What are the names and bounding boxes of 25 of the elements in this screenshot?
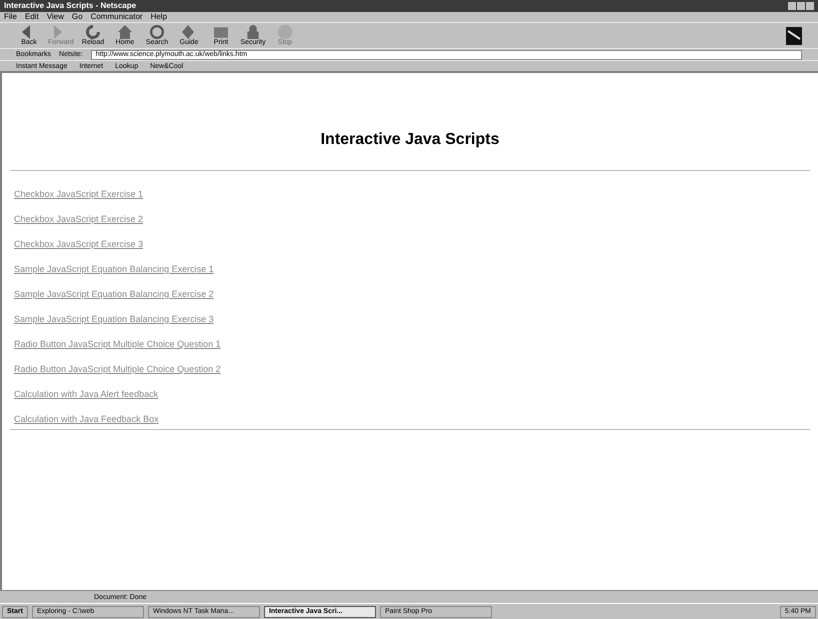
page-link[interactable]: Radio Button JavaScript Multiple Choice Question 2 xyxy=(14,362,221,376)
menu-item[interactable]: Edit xyxy=(24,13,39,21)
page-link[interactable]: Sample JavaScript Equation Balancing Exercise 3 xyxy=(14,312,214,326)
page-link[interactable]: Checkbox JavaScript Exercise 3 xyxy=(14,237,144,251)
minimize-button[interactable] xyxy=(788,2,796,10)
padlock-icon xyxy=(246,25,260,39)
page-link[interactable]: Calculation with Java Alert feedback xyxy=(14,387,158,401)
reload-icon xyxy=(86,25,100,39)
page-link[interactable]: Sample JavaScript Equation Balancing Exercise 1 xyxy=(14,262,214,276)
page-link[interactable]: Checkbox JavaScript Exercise 1 xyxy=(14,187,144,201)
close-button[interactable] xyxy=(806,2,814,10)
menu-item[interactable]: Communicator xyxy=(90,13,143,21)
search-icon xyxy=(150,25,164,39)
home-icon xyxy=(118,25,132,39)
menu-item[interactable]: File xyxy=(4,13,17,21)
page-link[interactable]: Checkbox JavaScript Exercise 2 xyxy=(14,212,144,226)
window-title: Interactive Java Scripts - Netscape xyxy=(4,2,136,10)
page-link[interactable]: Sample JavaScript Equation Balancing Exercise 2 xyxy=(14,287,214,301)
menu-item[interactable]: View xyxy=(46,13,64,21)
page-heading: Interactive Java Scripts xyxy=(320,130,500,150)
menu-item[interactable]: Go xyxy=(72,13,83,21)
maximize-button[interactable] xyxy=(797,2,805,10)
menu-item[interactable]: Help xyxy=(150,13,168,21)
page-link[interactable]: Calculation with Java Feedback Box xyxy=(14,412,159,426)
page-link[interactable]: Radio Button JavaScript Multiple Choice Question 1 xyxy=(14,337,221,351)
